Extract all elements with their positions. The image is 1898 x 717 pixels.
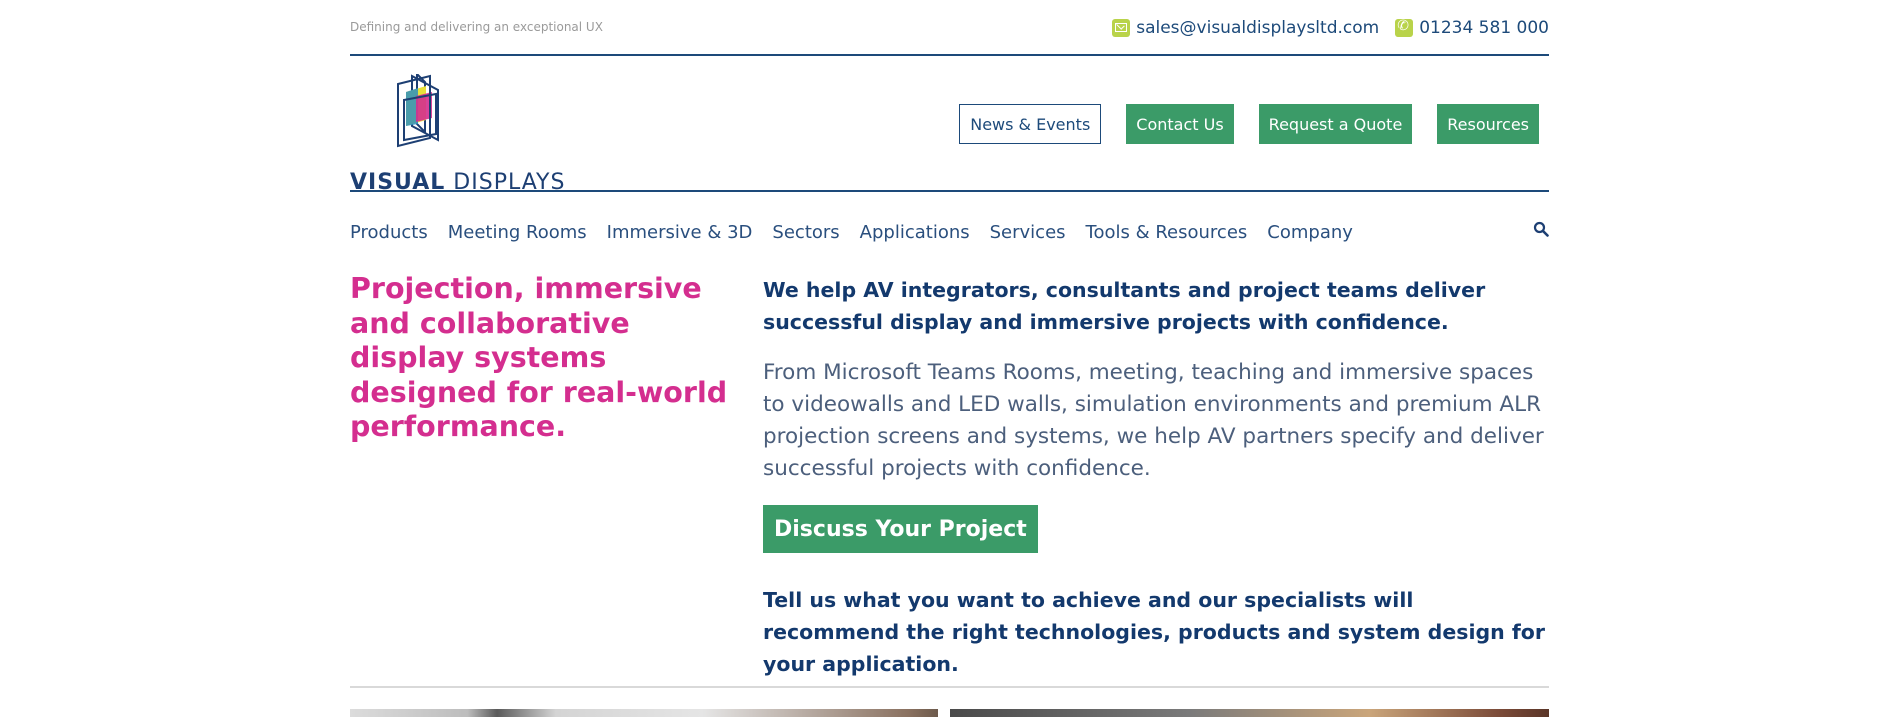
- hero-note: Tell us what you want to achieve and our…: [763, 588, 1545, 676]
- nav-item-applications[interactable]: Applications: [860, 222, 970, 243]
- contact-info: sales@visualdisplaysltd.com 01234 581 00…: [1112, 18, 1549, 38]
- tagline: Defining and delivering an exceptional U…: [350, 20, 603, 34]
- hero-headline: Projection, immersive and collaborative …: [350, 272, 728, 443]
- header-buttons: News & Events Contact Us Request a Quote…: [959, 104, 1539, 144]
- logo-wordmark: VISUAL DISPLAYS: [350, 170, 565, 195]
- request-quote-button[interactable]: Request a Quote: [1258, 104, 1413, 144]
- section-divider: [350, 686, 1549, 688]
- top-bar: Defining and delivering an exceptional U…: [350, 0, 1549, 56]
- hero-lead: We help AV integrators, consultants and …: [763, 278, 1486, 334]
- resources-button[interactable]: Resources: [1437, 104, 1539, 144]
- email-link[interactable]: sales@visualdisplaysltd.com: [1136, 18, 1379, 38]
- nav-item-sectors[interactable]: Sectors: [772, 222, 839, 243]
- nav-item-tools-resources[interactable]: Tools & Resources: [1086, 222, 1248, 243]
- hero-paragraph: From Microsoft Teams Rooms, meeting, tea…: [763, 360, 1544, 481]
- discuss-project-button[interactable]: Discuss Your Project: [763, 505, 1038, 553]
- site-header: VISUAL DISPLAYS News & Events Contact Us…: [350, 56, 1549, 195]
- logo-word-visual: VISUAL: [350, 170, 446, 195]
- news-events-button[interactable]: News & Events: [959, 104, 1102, 144]
- feature-image-right[interactable]: [950, 709, 1549, 717]
- feature-image-left[interactable]: [350, 709, 938, 717]
- main-nav: Products Meeting Rooms Immersive & 3D Se…: [350, 222, 1353, 243]
- logo[interactable]: VISUAL DISPLAYS: [350, 71, 564, 195]
- nav-item-company[interactable]: Company: [1267, 222, 1353, 243]
- nav-item-meeting-rooms[interactable]: Meeting Rooms: [448, 222, 587, 243]
- mail-icon: [1112, 19, 1131, 37]
- phone-icon: [1395, 18, 1414, 37]
- logo-word-displays: DISPLAYS: [453, 170, 566, 195]
- nav-item-products[interactable]: Products: [350, 222, 428, 243]
- phone-link[interactable]: 01234 581 000: [1419, 18, 1549, 38]
- contact-us-button[interactable]: Contact Us: [1126, 104, 1234, 144]
- nav-item-immersive-3d[interactable]: Immersive & 3D: [607, 222, 753, 243]
- search-icon[interactable]: [1533, 221, 1549, 237]
- nav-item-services[interactable]: Services: [990, 222, 1066, 243]
- logo-mark-icon: [397, 71, 439, 148]
